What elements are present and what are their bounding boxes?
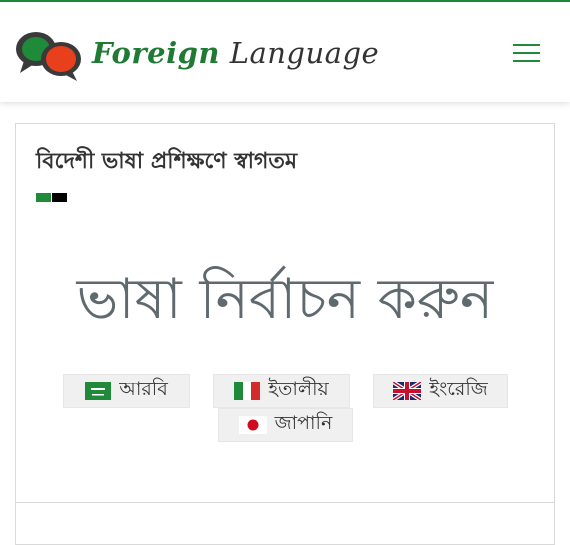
- italy-flag-icon: [234, 382, 261, 400]
- hamburger-icon[interactable]: [513, 44, 540, 66]
- welcome-card: বিদেশী ভাষা প্রশিক্ষণে স্বাগতম ভাষা নির্…: [15, 123, 555, 545]
- saudi-arabia-flag-icon: [85, 382, 112, 400]
- language-label: জাপানি: [274, 412, 333, 434]
- select-language-heading: ভাষা নির্বাচন করুন: [76, 267, 494, 332]
- brand-name[interactable]: Foreign Language: [92, 36, 379, 70]
- card-divider: [16, 502, 554, 503]
- language-button-japanese[interactable]: জাপানি: [218, 408, 353, 442]
- uk-flag-icon: [393, 382, 422, 400]
- language-button-arabic[interactable]: আরবি: [63, 374, 190, 408]
- brand-part-language: Language: [229, 36, 380, 70]
- language-button-english[interactable]: ইংরেজি: [373, 374, 508, 408]
- site-header: Foreign Language: [0, 2, 570, 102]
- language-label: ইংরেজি: [429, 378, 488, 400]
- speech-bubbles-icon[interactable]: [14, 29, 84, 81]
- japan-flag-icon: [238, 416, 267, 434]
- page-title: বিদেশী ভাষা প্রশিক্ষণে স্বাগতম: [36, 149, 298, 174]
- flag-bar-icon: [36, 193, 68, 202]
- language-button-italian[interactable]: ইতালীয়: [213, 374, 350, 408]
- language-label: ইতালীয়: [268, 378, 329, 400]
- language-label: আরবি: [119, 378, 168, 400]
- brand-part-foreign: Foreign: [92, 36, 220, 70]
